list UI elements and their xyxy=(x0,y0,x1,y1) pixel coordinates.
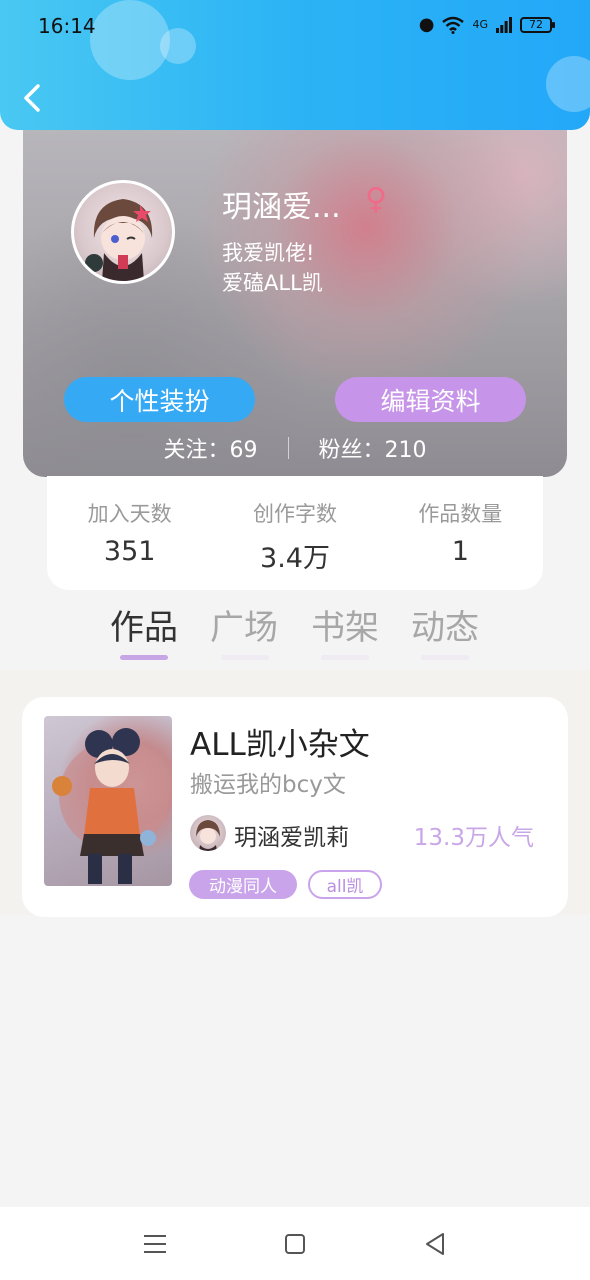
bubble-decoration xyxy=(90,0,170,80)
author-avatar-illustration xyxy=(196,820,220,851)
tab-indicator xyxy=(421,655,469,660)
tab-bookshelf[interactable]: 书架 xyxy=(305,600,385,649)
divider xyxy=(287,437,289,459)
author-avatar xyxy=(190,815,226,851)
work-title: ALL凯小杂文 xyxy=(190,727,370,763)
work-subtitle: 搬运我的bcy文 xyxy=(190,772,346,798)
stat-label: 加入天数 xyxy=(87,502,172,526)
tab-indicator xyxy=(321,655,369,660)
status-icons: ● 4G 72 xyxy=(418,14,555,35)
stats-card: 加入天数 351 创作字数 3.4万 作品数量 1 xyxy=(47,476,543,590)
tab-bar: 作品 广场 书架 动态 xyxy=(0,600,590,670)
status-time: 16:14 xyxy=(38,14,96,38)
tab-indicator xyxy=(221,655,269,660)
back-button[interactable] xyxy=(16,78,56,118)
female-icon: ♀ xyxy=(365,182,387,217)
bubble-decoration xyxy=(546,56,590,112)
stat-word-count: 创作字数 3.4万 xyxy=(212,476,377,590)
tab-activity[interactable]: 动态 xyxy=(405,600,485,649)
tab-square[interactable]: 广场 xyxy=(204,600,284,649)
stat-works-count: 作品数量 1 xyxy=(378,476,543,590)
work-cover-image xyxy=(44,716,172,886)
cover-illustration xyxy=(52,728,169,884)
follow-stats: 关注：69 粉丝：210 xyxy=(23,432,567,464)
network-label: 4G xyxy=(472,18,488,31)
profile-card: 玥涵爱... ♀ 我爱凯佬! 爱磕ALL凯 个性装扮 编辑资料 关注：69 粉丝… xyxy=(23,110,567,477)
menu-button[interactable] xyxy=(140,1229,170,1259)
work-item[interactable]: ALL凯小杂文 搬运我的bcy文 玥涵爱凯莉 13.3万人气 动漫同人 all凯 xyxy=(22,697,568,917)
data-saver-icon: ● xyxy=(418,14,435,35)
avatar[interactable] xyxy=(71,180,175,284)
username: 玥涵爱... xyxy=(222,190,341,225)
battery-level: 72 xyxy=(529,18,543,31)
menu-icon xyxy=(144,1235,166,1253)
system-navbar xyxy=(0,1207,590,1280)
back-nav-button[interactable] xyxy=(420,1229,450,1259)
stat-label: 作品数量 xyxy=(418,502,503,526)
square-home-icon xyxy=(285,1234,305,1254)
signal-icon xyxy=(496,16,512,33)
tag[interactable]: all凯 xyxy=(308,870,382,899)
edit-profile-button[interactable]: 编辑资料 xyxy=(335,377,526,422)
tab-works[interactable]: 作品 xyxy=(104,600,184,649)
tab-indicator-active xyxy=(120,655,168,660)
avatar-illustration xyxy=(85,199,153,281)
outfit-button[interactable]: 个性装扮 xyxy=(64,377,255,422)
stat-join-days: 加入天数 351 xyxy=(47,476,212,590)
stat-value: 351 xyxy=(103,536,156,567)
battery-icon: 72 xyxy=(520,16,555,33)
header-bar: 16:14 ● 4G 72 xyxy=(0,0,590,130)
stat-value: 3.4万 xyxy=(260,543,330,574)
stat-value: 1 xyxy=(451,536,469,567)
wifi-icon xyxy=(442,16,465,34)
home-button[interactable] xyxy=(280,1229,310,1259)
popularity-count: 13.3万人气 xyxy=(413,825,534,851)
tag[interactable]: 动漫同人 xyxy=(189,870,297,899)
bio-text: 我爱凯佬! 爱磕ALL凯 xyxy=(222,241,323,295)
stat-label: 创作字数 xyxy=(252,502,337,526)
chevron-left-icon xyxy=(24,84,40,112)
triangle-back-icon xyxy=(426,1233,444,1255)
author-name: 玥涵爱凯莉 xyxy=(234,825,349,851)
following-count[interactable]: 关注：69 xyxy=(164,432,258,464)
followers-count[interactable]: 粉丝：210 xyxy=(319,432,427,464)
bubble-decoration xyxy=(160,28,196,64)
